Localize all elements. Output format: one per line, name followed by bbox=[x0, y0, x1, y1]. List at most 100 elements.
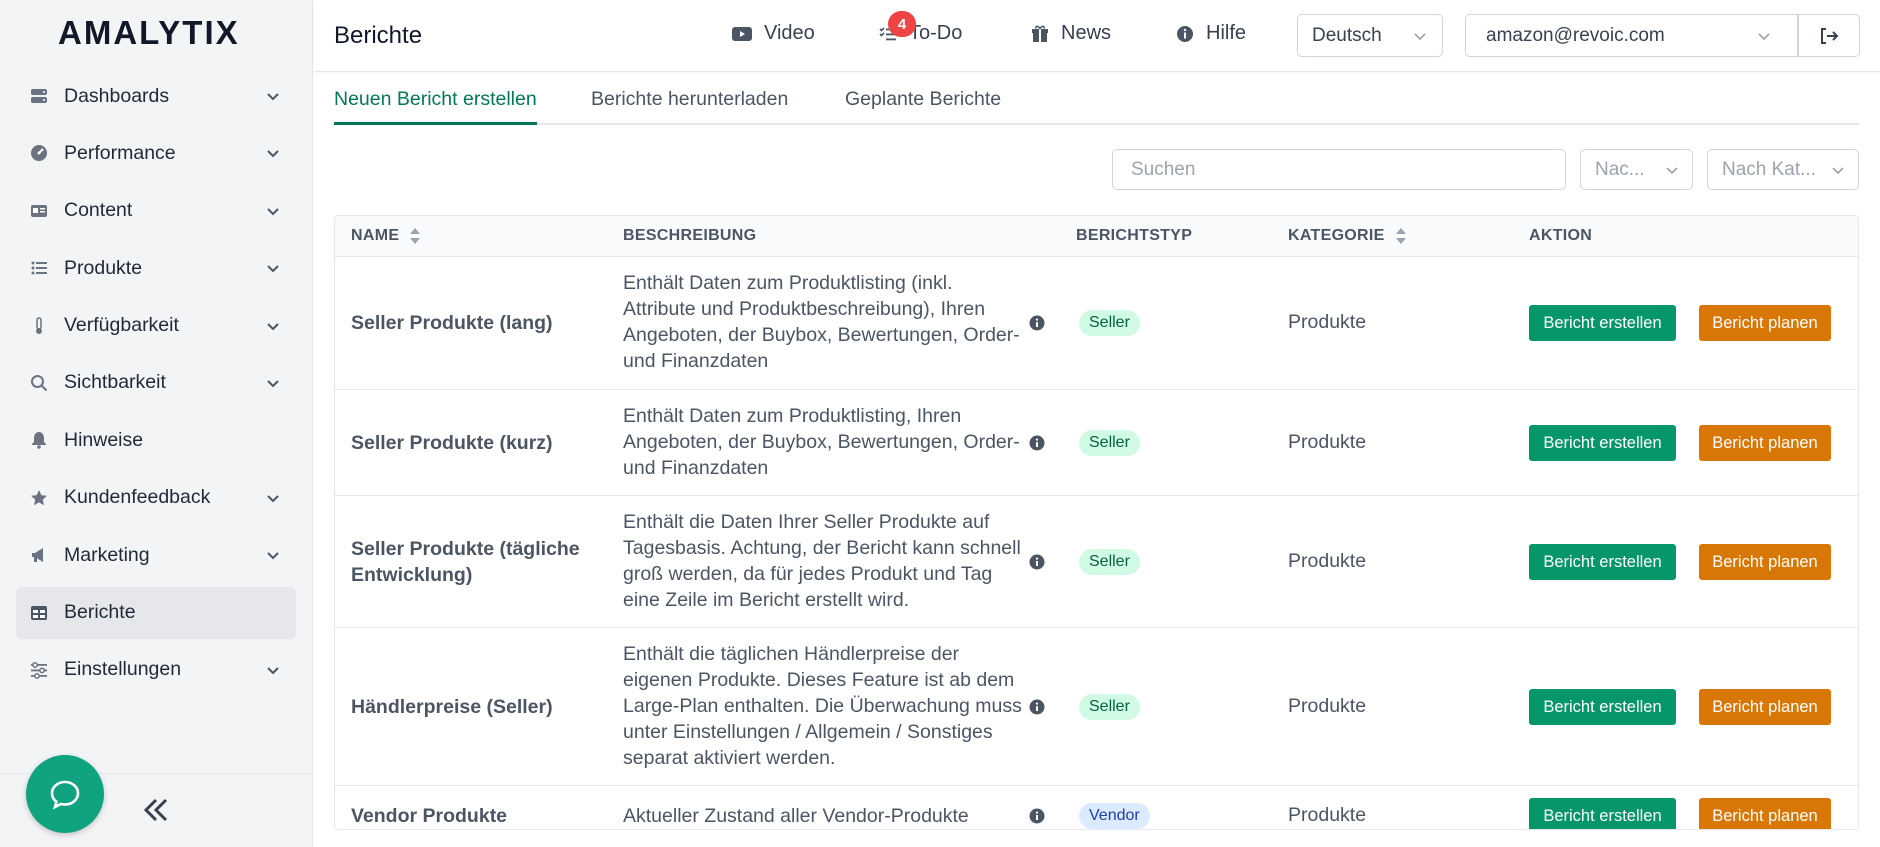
sidebar-item-label: Einstellungen bbox=[64, 658, 182, 681]
table-row: Seller Produkte (lang) Enthält Daten zum… bbox=[335, 257, 1858, 390]
create-report-button[interactable]: Bericht erstellen bbox=[1529, 425, 1676, 461]
tab-geplante-berichte[interactable]: Geplante Berichte bbox=[845, 88, 1001, 125]
sidebar-item-label: Marketing bbox=[64, 543, 150, 566]
logout-button[interactable] bbox=[1797, 14, 1860, 57]
tab-bar: Neuen Bericht erstellen Berichte herunte… bbox=[334, 72, 1859, 125]
help-label: Hilfe bbox=[1206, 22, 1247, 44]
info-icon[interactable] bbox=[1029, 808, 1045, 824]
chevron-down-icon bbox=[1414, 33, 1426, 41]
schedule-report-button[interactable]: Bericht planen bbox=[1699, 689, 1831, 725]
filter-category-select[interactable]: Nach Kat... bbox=[1707, 149, 1859, 190]
info-icon[interactable] bbox=[1029, 699, 1045, 715]
chevron-down-icon bbox=[267, 552, 279, 560]
report-type-badge: Seller bbox=[1079, 310, 1140, 336]
table-icon bbox=[30, 604, 48, 622]
create-report-button[interactable]: Bericht erstellen bbox=[1529, 305, 1676, 341]
chat-button[interactable] bbox=[26, 755, 104, 833]
info-icon[interactable] bbox=[1029, 435, 1045, 451]
chevron-down-icon bbox=[267, 380, 279, 388]
table-header: NAME BESCHREIBUNG BERICHTSTYP KATEGORIE … bbox=[335, 216, 1858, 257]
create-report-button[interactable]: Bericht erstellen bbox=[1529, 798, 1676, 829]
gauge-icon bbox=[30, 144, 48, 162]
account-select[interactable]: amazon@revoic.com bbox=[1465, 14, 1799, 57]
help-link[interactable]: Hilfe bbox=[1176, 22, 1246, 45]
sidebar-item-label: Hinweise bbox=[64, 428, 144, 451]
bell-icon bbox=[30, 431, 48, 450]
search-icon bbox=[30, 374, 48, 392]
sidebar-item-label: Verfügbarkeit bbox=[64, 314, 179, 337]
schedule-report-button[interactable]: Bericht planen bbox=[1699, 798, 1831, 829]
server-icon bbox=[30, 87, 48, 105]
report-category: Produkte bbox=[1288, 804, 1367, 826]
sidebar-item-marketing[interactable]: Marketing bbox=[16, 529, 296, 581]
column-header-action: AKTION bbox=[1529, 227, 1592, 245]
filter-type-select[interactable]: Nac... bbox=[1580, 149, 1693, 190]
sidebar-item-kundenfeedback[interactable]: Kundenfeedback bbox=[16, 472, 296, 524]
info-icon[interactable] bbox=[1029, 554, 1045, 570]
chevron-down-icon bbox=[267, 495, 279, 503]
schedule-report-button[interactable]: Bericht planen bbox=[1699, 544, 1831, 580]
sidebar-nav: Dashboards Performance Content Produkte … bbox=[16, 70, 296, 701]
column-header-label: NAME bbox=[351, 227, 400, 244]
report-category: Produkte bbox=[1288, 550, 1367, 572]
tab-berichte-herunterladen[interactable]: Berichte herunterladen bbox=[591, 88, 788, 125]
video-link[interactable]: Video bbox=[732, 22, 815, 45]
gift-icon bbox=[1032, 25, 1048, 42]
sidebar-item-dashboards[interactable]: Dashboards bbox=[16, 70, 296, 122]
sidebar-item-sichtbarkeit[interactable]: Sichtbarkeit bbox=[16, 357, 296, 409]
chevron-down-icon bbox=[267, 208, 279, 216]
chevron-down-icon bbox=[267, 93, 279, 101]
report-category: Produkte bbox=[1288, 695, 1367, 717]
report-category: Produkte bbox=[1288, 311, 1367, 333]
info-icon bbox=[1177, 25, 1193, 42]
sidebar-item-performance[interactable]: Performance bbox=[16, 127, 296, 179]
sidebar-item-berichte[interactable]: Berichte bbox=[16, 586, 296, 639]
id-card-icon bbox=[30, 202, 48, 220]
chevron-down-icon bbox=[1832, 167, 1844, 175]
account-value: amazon@revoic.com bbox=[1486, 24, 1665, 46]
column-header-category[interactable]: KATEGORIE bbox=[1288, 227, 1407, 245]
thermometer-icon bbox=[30, 316, 48, 335]
schedule-report-button[interactable]: Bericht planen bbox=[1699, 305, 1831, 341]
create-report-button[interactable]: Bericht erstellen bbox=[1529, 689, 1676, 725]
report-name: Vendor Produkte bbox=[351, 805, 508, 827]
megaphone-icon bbox=[30, 546, 48, 564]
chat-icon bbox=[50, 780, 80, 810]
column-header-name[interactable]: NAME bbox=[351, 227, 421, 245]
sidebar-item-einstellungen[interactable]: Einstellungen bbox=[16, 644, 296, 696]
chevron-down-icon bbox=[1758, 33, 1770, 41]
star-icon bbox=[30, 489, 48, 507]
sliders-icon bbox=[30, 661, 48, 679]
collapse-sidebar-button[interactable] bbox=[136, 790, 176, 830]
column-header-label: BERICHTSTYP bbox=[1076, 227, 1193, 244]
report-type-badge: Seller bbox=[1079, 430, 1140, 456]
todo-label: To-Do bbox=[909, 22, 963, 44]
sort-icon bbox=[410, 228, 421, 244]
chevron-down-icon bbox=[267, 322, 279, 330]
chevron-down-icon bbox=[267, 265, 279, 273]
chevron-down-icon bbox=[267, 150, 279, 158]
search-input[interactable] bbox=[1112, 149, 1566, 190]
sidebar-item-produkte[interactable]: Produkte bbox=[16, 242, 296, 294]
sidebar-item-label: Produkte bbox=[64, 256, 143, 279]
sort-icon bbox=[1395, 228, 1406, 244]
column-header-label: BESCHREIBUNG bbox=[623, 227, 757, 244]
schedule-report-button[interactable]: Bericht planen bbox=[1699, 425, 1831, 461]
news-link[interactable]: News bbox=[1031, 22, 1111, 45]
report-description: Enthält die täglichen Händlerpreise der … bbox=[623, 643, 1022, 769]
reports-table: NAME BESCHREIBUNG BERICHTSTYP KATEGORIE … bbox=[334, 215, 1859, 830]
info-icon[interactable] bbox=[1029, 315, 1045, 331]
sidebar-item-verfuegbarkeit[interactable]: Verfügbarkeit bbox=[16, 300, 296, 352]
todo-count-badge: 4 bbox=[888, 11, 916, 37]
tab-neuen-bericht[interactable]: Neuen Bericht erstellen bbox=[334, 88, 537, 125]
create-report-button[interactable]: Bericht erstellen bbox=[1529, 544, 1676, 580]
language-select[interactable]: Deutsch bbox=[1297, 14, 1443, 57]
page-title: Berichte bbox=[334, 22, 423, 49]
report-name: Seller Produkte (tägliche Entwicklung) bbox=[351, 538, 580, 586]
sidebar-item-content[interactable]: Content bbox=[16, 185, 296, 237]
sidebar: AMALYTIX Dashboards Performance Content … bbox=[0, 0, 313, 847]
report-description: Enthält die Daten Ihrer Seller Produkte … bbox=[623, 511, 1021, 611]
sidebar-item-label: Dashboards bbox=[64, 84, 170, 107]
sidebar-item-hinweise[interactable]: Hinweise bbox=[16, 414, 296, 466]
sidebar-item-label: Performance bbox=[64, 141, 176, 164]
